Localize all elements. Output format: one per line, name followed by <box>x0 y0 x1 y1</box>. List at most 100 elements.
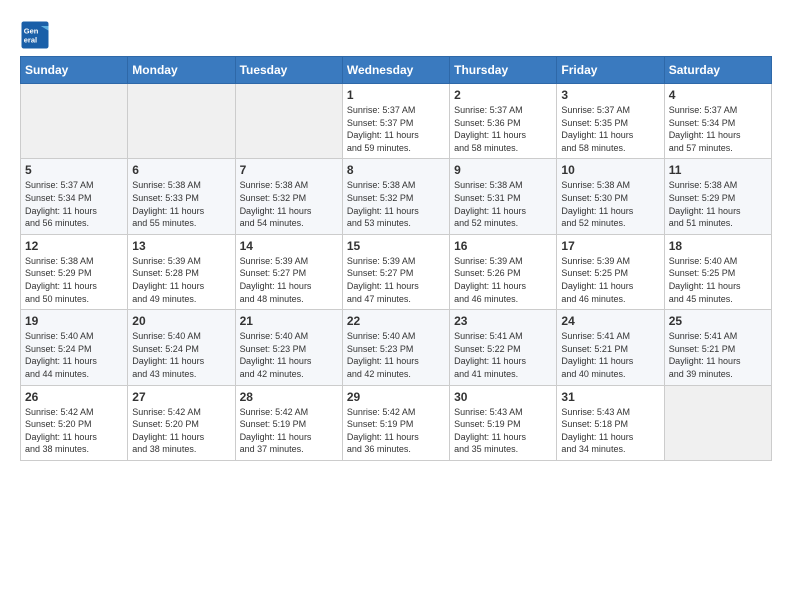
calendar-header-row: SundayMondayTuesdayWednesdayThursdayFrid… <box>21 57 772 84</box>
column-header-wednesday: Wednesday <box>342 57 449 84</box>
day-number: 26 <box>25 390 123 404</box>
column-header-monday: Monday <box>128 57 235 84</box>
day-info: Sunrise: 5:40 AM Sunset: 5:23 PM Dayligh… <box>240 330 338 380</box>
day-info: Sunrise: 5:39 AM Sunset: 5:25 PM Dayligh… <box>561 255 659 305</box>
day-number: 8 <box>347 163 445 177</box>
calendar-cell <box>235 84 342 159</box>
column-header-tuesday: Tuesday <box>235 57 342 84</box>
day-info: Sunrise: 5:37 AM Sunset: 5:34 PM Dayligh… <box>25 179 123 229</box>
calendar-cell: 16 Sunrise: 5:39 AM Sunset: 5:26 PM Dayli… <box>450 234 557 309</box>
day-number: 28 <box>240 390 338 404</box>
calendar-cell: 29Sunrise: 5:42 AM Sunset: 5:19 PM Dayli… <box>342 385 449 460</box>
calendar-cell: 18 Sunrise: 5:40 AM Sunset: 5:25 PM Dayli… <box>664 234 771 309</box>
day-info: Sunrise: 5:40 AM Sunset: 5:24 PM Dayligh… <box>132 330 230 380</box>
calendar-cell: 30Sunrise: 5:43 AM Sunset: 5:19 PM Dayli… <box>450 385 557 460</box>
day-info: Sunrise: 5:37 AM Sunset: 5:35 PM Dayligh… <box>561 104 659 154</box>
day-info: Sunrise: 5:39 AM Sunset: 5:28 PM Dayligh… <box>132 255 230 305</box>
svg-text:eral: eral <box>24 36 37 45</box>
day-info: Sunrise: 5:37 AM Sunset: 5:34 PM Dayligh… <box>669 104 767 154</box>
day-info: Sunrise: 5:39 AM Sunset: 5:26 PM Dayligh… <box>454 255 552 305</box>
day-number: 12 <box>25 239 123 253</box>
day-number: 16 <box>454 239 552 253</box>
calendar-cell: 12 Sunrise: 5:38 AM Sunset: 5:29 PM Dayli… <box>21 234 128 309</box>
day-info: Sunrise: 5:43 AM Sunset: 5:18 PM Dayligh… <box>561 406 659 456</box>
calendar-cell: 15 Sunrise: 5:39 AM Sunset: 5:27 PM Dayli… <box>342 234 449 309</box>
calendar-cell: 25 Sunrise: 5:41 AM Sunset: 5:21 PM Dayli… <box>664 310 771 385</box>
day-number: 22 <box>347 314 445 328</box>
day-number: 25 <box>669 314 767 328</box>
day-number: 29 <box>347 390 445 404</box>
day-info: Sunrise: 5:42 AM Sunset: 5:20 PM Dayligh… <box>132 406 230 456</box>
calendar-cell: 22 Sunrise: 5:40 AM Sunset: 5:23 PM Dayli… <box>342 310 449 385</box>
calendar-cell: 6 Sunrise: 5:38 AM Sunset: 5:33 PM Daylig… <box>128 159 235 234</box>
day-number: 18 <box>669 239 767 253</box>
day-number: 27 <box>132 390 230 404</box>
day-number: 17 <box>561 239 659 253</box>
day-number: 1 <box>347 88 445 102</box>
calendar-cell <box>21 84 128 159</box>
day-number: 21 <box>240 314 338 328</box>
day-number: 6 <box>132 163 230 177</box>
logo: Gen eral <box>20 20 54 50</box>
day-info: Sunrise: 5:38 AM Sunset: 5:29 PM Dayligh… <box>25 255 123 305</box>
calendar-week-row: 1 Sunrise: 5:37 AM Sunset: 5:37 PM Daylig… <box>21 84 772 159</box>
calendar-cell: 24 Sunrise: 5:41 AM Sunset: 5:21 PM Dayli… <box>557 310 664 385</box>
calendar-cell: 9 Sunrise: 5:38 AM Sunset: 5:31 PM Daylig… <box>450 159 557 234</box>
day-number: 4 <box>669 88 767 102</box>
day-number: 3 <box>561 88 659 102</box>
calendar-cell: 17 Sunrise: 5:39 AM Sunset: 5:25 PM Dayli… <box>557 234 664 309</box>
day-info: Sunrise: 5:40 AM Sunset: 5:24 PM Dayligh… <box>25 330 123 380</box>
calendar-week-row: 5Sunrise: 5:37 AM Sunset: 5:34 PM Daylig… <box>21 159 772 234</box>
calendar-cell <box>128 84 235 159</box>
day-number: 23 <box>454 314 552 328</box>
day-info: Sunrise: 5:38 AM Sunset: 5:29 PM Dayligh… <box>669 179 767 229</box>
day-number: 13 <box>132 239 230 253</box>
calendar-cell: 19 Sunrise: 5:40 AM Sunset: 5:24 PM Dayli… <box>21 310 128 385</box>
day-number: 20 <box>132 314 230 328</box>
day-info: Sunrise: 5:41 AM Sunset: 5:21 PM Dayligh… <box>669 330 767 380</box>
day-info: Sunrise: 5:38 AM Sunset: 5:30 PM Dayligh… <box>561 179 659 229</box>
day-info: Sunrise: 5:38 AM Sunset: 5:33 PM Dayligh… <box>132 179 230 229</box>
calendar-cell: 10 Sunrise: 5:38 AM Sunset: 5:30 PM Dayli… <box>557 159 664 234</box>
column-header-saturday: Saturday <box>664 57 771 84</box>
day-number: 10 <box>561 163 659 177</box>
day-number: 30 <box>454 390 552 404</box>
calendar-table: SundayMondayTuesdayWednesdayThursdayFrid… <box>20 56 772 461</box>
day-info: Sunrise: 5:41 AM Sunset: 5:22 PM Dayligh… <box>454 330 552 380</box>
day-number: 14 <box>240 239 338 253</box>
calendar-week-row: 12 Sunrise: 5:38 AM Sunset: 5:29 PM Dayli… <box>21 234 772 309</box>
day-info: Sunrise: 5:38 AM Sunset: 5:31 PM Dayligh… <box>454 179 552 229</box>
calendar-cell: 13 Sunrise: 5:39 AM Sunset: 5:28 PM Dayli… <box>128 234 235 309</box>
day-info: Sunrise: 5:39 AM Sunset: 5:27 PM Dayligh… <box>347 255 445 305</box>
day-number: 24 <box>561 314 659 328</box>
calendar-cell: 26 Sunrise: 5:42 AM Sunset: 5:20 PM Dayli… <box>21 385 128 460</box>
svg-text:Gen: Gen <box>24 27 39 36</box>
day-number: 31 <box>561 390 659 404</box>
calendar-cell <box>664 385 771 460</box>
logo-icon: Gen eral <box>20 20 50 50</box>
day-number: 19 <box>25 314 123 328</box>
calendar-cell: 7 Sunrise: 5:38 AM Sunset: 5:32 PM Daylig… <box>235 159 342 234</box>
calendar-cell: 20 Sunrise: 5:40 AM Sunset: 5:24 PM Dayli… <box>128 310 235 385</box>
day-info: Sunrise: 5:38 AM Sunset: 5:32 PM Dayligh… <box>240 179 338 229</box>
column-header-sunday: Sunday <box>21 57 128 84</box>
calendar-week-row: 19 Sunrise: 5:40 AM Sunset: 5:24 PM Dayli… <box>21 310 772 385</box>
day-number: 7 <box>240 163 338 177</box>
day-info: Sunrise: 5:41 AM Sunset: 5:21 PM Dayligh… <box>561 330 659 380</box>
page-header: Gen eral <box>20 20 772 50</box>
day-number: 15 <box>347 239 445 253</box>
day-info: Sunrise: 5:37 AM Sunset: 5:37 PM Dayligh… <box>347 104 445 154</box>
day-number: 2 <box>454 88 552 102</box>
day-info: Sunrise: 5:37 AM Sunset: 5:36 PM Dayligh… <box>454 104 552 154</box>
day-info: Sunrise: 5:42 AM Sunset: 5:19 PM Dayligh… <box>240 406 338 456</box>
day-number: 9 <box>454 163 552 177</box>
day-info: Sunrise: 5:42 AM Sunset: 5:20 PM Dayligh… <box>25 406 123 456</box>
column-header-thursday: Thursday <box>450 57 557 84</box>
day-number: 11 <box>669 163 767 177</box>
calendar-cell: 14Sunrise: 5:39 AM Sunset: 5:27 PM Dayli… <box>235 234 342 309</box>
calendar-cell: 1 Sunrise: 5:37 AM Sunset: 5:37 PM Daylig… <box>342 84 449 159</box>
day-info: Sunrise: 5:40 AM Sunset: 5:25 PM Dayligh… <box>669 255 767 305</box>
day-info: Sunrise: 5:40 AM Sunset: 5:23 PM Dayligh… <box>347 330 445 380</box>
calendar-week-row: 26 Sunrise: 5:42 AM Sunset: 5:20 PM Dayli… <box>21 385 772 460</box>
calendar-cell: 3 Sunrise: 5:37 AM Sunset: 5:35 PM Daylig… <box>557 84 664 159</box>
